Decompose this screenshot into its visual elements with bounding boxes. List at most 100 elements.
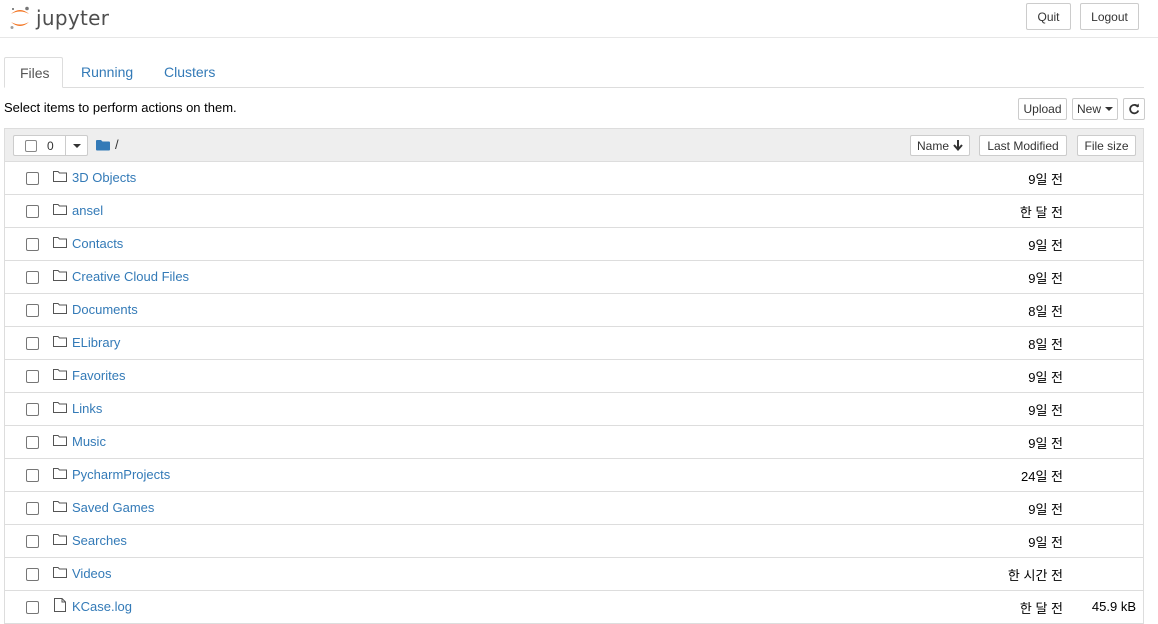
folder-icon bbox=[53, 203, 67, 218]
folder-icon bbox=[53, 467, 67, 482]
list-item[interactable]: Links 9일 전 bbox=[5, 393, 1143, 426]
new-button[interactable]: New bbox=[1072, 98, 1118, 120]
folder-icon bbox=[53, 368, 67, 383]
list-item[interactable]: Videos 한 시간 전 bbox=[5, 558, 1143, 591]
upload-button[interactable]: Upload bbox=[1018, 98, 1067, 120]
folder-icon bbox=[53, 500, 67, 515]
list-item[interactable]: Favorites 9일 전 bbox=[5, 360, 1143, 393]
item-checkbox[interactable] bbox=[26, 436, 39, 449]
caret-down-icon bbox=[1105, 107, 1113, 111]
file-list: 0 / Name Last Modified File size 3D Obje… bbox=[4, 128, 1144, 624]
folder-icon bbox=[53, 302, 67, 317]
item-last-modified: 한 달 전 bbox=[1019, 601, 1063, 616]
item-name[interactable]: Music bbox=[72, 434, 106, 449]
list-header: 0 / Name Last Modified File size bbox=[5, 129, 1143, 162]
folder-solid-icon bbox=[96, 139, 110, 150]
item-name[interactable]: Saved Games bbox=[72, 500, 154, 515]
tab-files[interactable]: Files bbox=[4, 57, 63, 88]
item-checkbox[interactable] bbox=[26, 205, 39, 218]
list-item[interactable]: Creative Cloud Files 9일 전 bbox=[5, 261, 1143, 294]
logout-button[interactable]: Logout bbox=[1080, 3, 1139, 30]
select-all-checkbox[interactable] bbox=[25, 140, 37, 152]
item-last-modified: 8일 전 bbox=[1028, 304, 1063, 319]
folder-icon bbox=[53, 566, 67, 581]
item-file-size: 45.9 kB bbox=[1091, 599, 1136, 614]
item-checkbox[interactable] bbox=[26, 535, 39, 548]
item-last-modified: 9일 전 bbox=[1028, 502, 1063, 517]
item-name[interactable]: ansel bbox=[72, 203, 103, 218]
list-item[interactable]: KCase.log 한 달 전 45.9 kB bbox=[5, 591, 1143, 623]
list-item[interactable]: 3D Objects 9일 전 bbox=[5, 162, 1143, 195]
item-checkbox[interactable] bbox=[26, 568, 39, 581]
item-name[interactable]: Videos bbox=[72, 566, 112, 581]
logo-text: jupyter bbox=[36, 6, 110, 30]
item-checkbox[interactable] bbox=[26, 601, 39, 614]
item-last-modified: 한 달 전 bbox=[1019, 205, 1063, 220]
folder-icon bbox=[53, 269, 67, 284]
jupyter-logo[interactable]: jupyter bbox=[8, 4, 109, 32]
item-last-modified: 9일 전 bbox=[1028, 172, 1063, 187]
sort-file-size-button[interactable]: File size bbox=[1077, 135, 1136, 156]
refresh-button[interactable] bbox=[1123, 98, 1145, 120]
file-icon bbox=[54, 598, 66, 615]
folder-icon bbox=[53, 236, 67, 251]
folder-icon bbox=[53, 533, 67, 548]
item-checkbox[interactable] bbox=[26, 370, 39, 383]
tab-bar: Files Running Clusters bbox=[4, 57, 1144, 88]
folder-icon bbox=[53, 335, 67, 350]
tab-running[interactable]: Running bbox=[66, 57, 148, 87]
item-name[interactable]: PycharmProjects bbox=[72, 467, 170, 482]
breadcrumb[interactable]: / bbox=[96, 137, 119, 152]
folder-icon bbox=[53, 401, 67, 416]
item-checkbox[interactable] bbox=[26, 304, 39, 317]
item-last-modified: 9일 전 bbox=[1028, 370, 1063, 385]
tab-clusters[interactable]: Clusters bbox=[149, 57, 230, 87]
file-rows: 3D Objects 9일 전 ansel 한 달 전 Contacts 9일 … bbox=[5, 162, 1143, 623]
sort-name-label: Name bbox=[916, 138, 949, 153]
item-name[interactable]: Links bbox=[72, 401, 102, 416]
item-last-modified: 8일 전 bbox=[1028, 337, 1063, 352]
item-checkbox[interactable] bbox=[26, 469, 39, 482]
folder-icon bbox=[53, 434, 67, 449]
sort-name-button[interactable]: Name bbox=[910, 135, 970, 156]
item-checkbox[interactable] bbox=[26, 271, 39, 284]
new-button-label: New bbox=[1076, 102, 1101, 116]
item-checkbox[interactable] bbox=[26, 172, 39, 185]
list-item[interactable]: Documents 8일 전 bbox=[5, 294, 1143, 327]
item-name[interactable]: ELibrary bbox=[72, 335, 120, 350]
select-dropdown-button[interactable] bbox=[65, 136, 88, 155]
list-item[interactable]: ELibrary 8일 전 bbox=[5, 327, 1143, 360]
item-name[interactable]: Searches bbox=[72, 533, 127, 548]
item-checkbox[interactable] bbox=[26, 403, 39, 416]
item-last-modified: 9일 전 bbox=[1028, 403, 1063, 418]
folder-icon bbox=[53, 170, 67, 185]
jupyter-logo-icon bbox=[10, 6, 29, 29]
item-checkbox[interactable] bbox=[26, 238, 39, 251]
quit-button[interactable]: Quit bbox=[1026, 3, 1071, 30]
select-all-control[interactable]: 0 bbox=[13, 135, 88, 156]
list-item[interactable]: Saved Games 9일 전 bbox=[5, 492, 1143, 525]
list-item[interactable]: Searches 9일 전 bbox=[5, 525, 1143, 558]
list-item[interactable]: Music 9일 전 bbox=[5, 426, 1143, 459]
item-last-modified: 9일 전 bbox=[1028, 535, 1063, 550]
breadcrumb-root[interactable]: / bbox=[115, 137, 119, 152]
item-name[interactable]: Favorites bbox=[72, 368, 125, 383]
header: jupyter Quit Logout bbox=[0, 0, 1158, 38]
item-name[interactable]: KCase.log bbox=[72, 599, 132, 614]
list-item[interactable]: PycharmProjects 24일 전 bbox=[5, 459, 1143, 492]
item-name[interactable]: Creative Cloud Files bbox=[72, 269, 189, 284]
item-last-modified: 한 시간 전 bbox=[1007, 568, 1063, 583]
item-last-modified: 9일 전 bbox=[1028, 436, 1063, 451]
selection-hint: Select items to perform actions on them. bbox=[4, 100, 237, 115]
item-checkbox[interactable] bbox=[26, 502, 39, 515]
list-item[interactable]: Contacts 9일 전 bbox=[5, 228, 1143, 261]
list-item[interactable]: ansel 한 달 전 bbox=[5, 195, 1143, 228]
item-name[interactable]: Documents bbox=[72, 302, 138, 317]
item-name[interactable]: Contacts bbox=[72, 236, 123, 251]
sort-last-modified-button[interactable]: Last Modified bbox=[979, 135, 1067, 156]
item-last-modified: 9일 전 bbox=[1028, 271, 1063, 286]
refresh-icon bbox=[1129, 103, 1140, 115]
item-checkbox[interactable] bbox=[26, 337, 39, 350]
item-name[interactable]: 3D Objects bbox=[72, 170, 136, 185]
item-last-modified: 9일 전 bbox=[1028, 238, 1063, 253]
